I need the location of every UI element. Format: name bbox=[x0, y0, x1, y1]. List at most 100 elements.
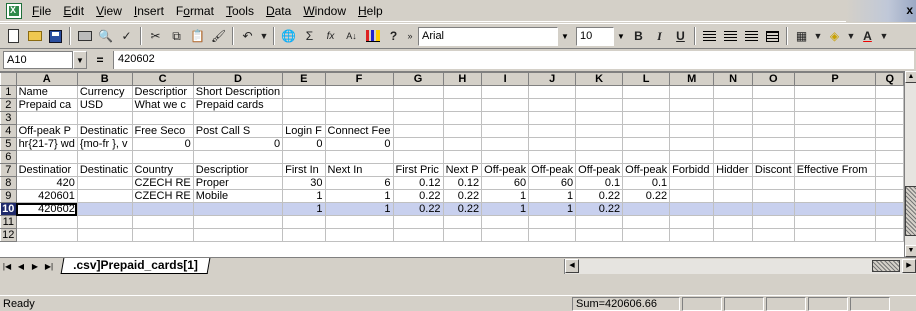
cell[interactable] bbox=[192, 111, 284, 125]
cell[interactable] bbox=[669, 176, 715, 190]
cell[interactable] bbox=[793, 124, 877, 138]
cell[interactable] bbox=[481, 111, 530, 125]
cell[interactable] bbox=[793, 189, 877, 203]
scroll-left-button[interactable]: ◀ bbox=[565, 259, 579, 273]
cell[interactable] bbox=[575, 215, 624, 229]
cell[interactable] bbox=[793, 137, 877, 151]
cell[interactable] bbox=[751, 98, 795, 112]
row-header[interactable]: 7 bbox=[0, 163, 17, 177]
menu-item[interactable]: File bbox=[26, 1, 57, 21]
column-header[interactable]: G bbox=[392, 72, 444, 86]
fill-color-button[interactable]: ◈ bbox=[824, 26, 845, 47]
borders-button[interactable]: ▦ bbox=[791, 26, 812, 47]
cell[interactable] bbox=[713, 189, 753, 203]
cell[interactable] bbox=[751, 150, 795, 164]
cell[interactable] bbox=[282, 111, 326, 125]
column-header[interactable]: M bbox=[669, 72, 715, 86]
cell[interactable] bbox=[324, 215, 394, 229]
column-header[interactable]: A bbox=[15, 72, 78, 86]
fill-color-dropdown[interactable]: ▼ bbox=[845, 26, 857, 47]
cell[interactable] bbox=[442, 137, 483, 151]
worksheet-grid[interactable]: ABCDEFGHIJKLMNOPQ 1 Name Currency Descripti… bbox=[0, 71, 904, 257]
format-painter-button[interactable]: 🖌 bbox=[208, 26, 229, 47]
cell[interactable]: 30 bbox=[282, 176, 326, 190]
row-header[interactable]: 9 bbox=[0, 189, 17, 203]
cell[interactable] bbox=[751, 85, 795, 99]
cell[interactable]: Currency bbox=[76, 85, 133, 99]
horizontal-scrollbar[interactable]: ◀ ▶ bbox=[564, 259, 916, 274]
cell[interactable] bbox=[442, 98, 483, 112]
cell[interactable]: Off-peak P bbox=[15, 124, 78, 138]
cell[interactable]: hr{21-7} wd bbox=[15, 137, 78, 151]
cell[interactable] bbox=[481, 215, 530, 229]
cell[interactable] bbox=[392, 124, 444, 138]
cell[interactable]: {mo-fr }, v bbox=[76, 137, 133, 151]
cell[interactable] bbox=[875, 137, 904, 151]
scroll-up-button[interactable]: ▲ bbox=[905, 71, 916, 83]
cell[interactable]: Next P bbox=[442, 163, 483, 177]
cell[interactable] bbox=[713, 111, 753, 125]
save-button[interactable] bbox=[45, 26, 66, 47]
cell[interactable]: 1 bbox=[528, 202, 577, 216]
cell[interactable] bbox=[713, 98, 753, 112]
cell[interactable] bbox=[442, 85, 483, 99]
cell[interactable]: Connect Fee bbox=[324, 124, 394, 138]
cell[interactable] bbox=[282, 85, 326, 99]
cell[interactable]: Login F bbox=[282, 124, 326, 138]
cell[interactable]: 60 bbox=[528, 176, 577, 190]
cell[interactable] bbox=[192, 202, 284, 216]
cell[interactable] bbox=[282, 150, 326, 164]
cell[interactable] bbox=[481, 98, 530, 112]
cell[interactable] bbox=[575, 150, 624, 164]
font-color-button[interactable]: A bbox=[857, 26, 878, 47]
menu-item[interactable]: View bbox=[90, 1, 128, 21]
cell[interactable] bbox=[875, 150, 904, 164]
cell[interactable] bbox=[751, 189, 795, 203]
cell[interactable] bbox=[875, 176, 904, 190]
cell[interactable] bbox=[622, 137, 671, 151]
cell[interactable]: Prepaid ca bbox=[15, 98, 78, 112]
cell[interactable]: 1 bbox=[282, 202, 326, 216]
cell[interactable]: Destinatic bbox=[76, 124, 133, 138]
cell[interactable]: 0.22 bbox=[442, 189, 483, 203]
cell[interactable]: Destinatior bbox=[15, 163, 78, 177]
cell[interactable] bbox=[131, 150, 194, 164]
cell[interactable] bbox=[622, 228, 671, 242]
cell[interactable] bbox=[131, 228, 194, 242]
chart-wizard-button[interactable] bbox=[362, 26, 383, 47]
row-header[interactable]: 8 bbox=[0, 176, 17, 190]
cell[interactable] bbox=[669, 85, 715, 99]
cell[interactable] bbox=[793, 85, 877, 99]
cell[interactable] bbox=[751, 176, 795, 190]
cell[interactable] bbox=[713, 215, 753, 229]
cell[interactable]: Forbidd bbox=[669, 163, 715, 177]
next-sheet-button[interactable]: ▶ bbox=[28, 259, 42, 274]
cell[interactable]: Next In bbox=[324, 163, 394, 177]
cell[interactable]: 1 bbox=[528, 189, 577, 203]
menu-item[interactable]: Edit bbox=[57, 1, 90, 21]
cell[interactable]: 1 bbox=[481, 202, 530, 216]
select-all-corner[interactable] bbox=[0, 72, 17, 86]
cell[interactable] bbox=[76, 150, 133, 164]
align-left-button[interactable] bbox=[699, 26, 720, 47]
cell[interactable] bbox=[713, 202, 753, 216]
cell[interactable]: 0 bbox=[192, 137, 284, 151]
column-header[interactable]: L bbox=[622, 72, 671, 86]
first-sheet-button[interactable]: |◀ bbox=[0, 259, 14, 274]
cell[interactable] bbox=[622, 111, 671, 125]
cell[interactable] bbox=[793, 98, 877, 112]
cell[interactable] bbox=[192, 215, 284, 229]
formula-input[interactable]: 420602 bbox=[113, 51, 914, 69]
cell[interactable]: Free Seco bbox=[131, 124, 194, 138]
window-close-icon[interactable] bbox=[846, 0, 916, 22]
spelling-button[interactable]: ✓ bbox=[116, 26, 137, 47]
scroll-down-button[interactable]: ▼ bbox=[905, 245, 916, 257]
cell[interactable] bbox=[713, 150, 753, 164]
cell[interactable] bbox=[324, 98, 394, 112]
cell[interactable] bbox=[875, 163, 904, 177]
cell[interactable]: CZECH RE bbox=[131, 176, 194, 190]
cell[interactable] bbox=[76, 215, 133, 229]
cell[interactable] bbox=[793, 150, 877, 164]
cell[interactable]: Hidder bbox=[713, 163, 753, 177]
cell[interactable] bbox=[575, 137, 624, 151]
